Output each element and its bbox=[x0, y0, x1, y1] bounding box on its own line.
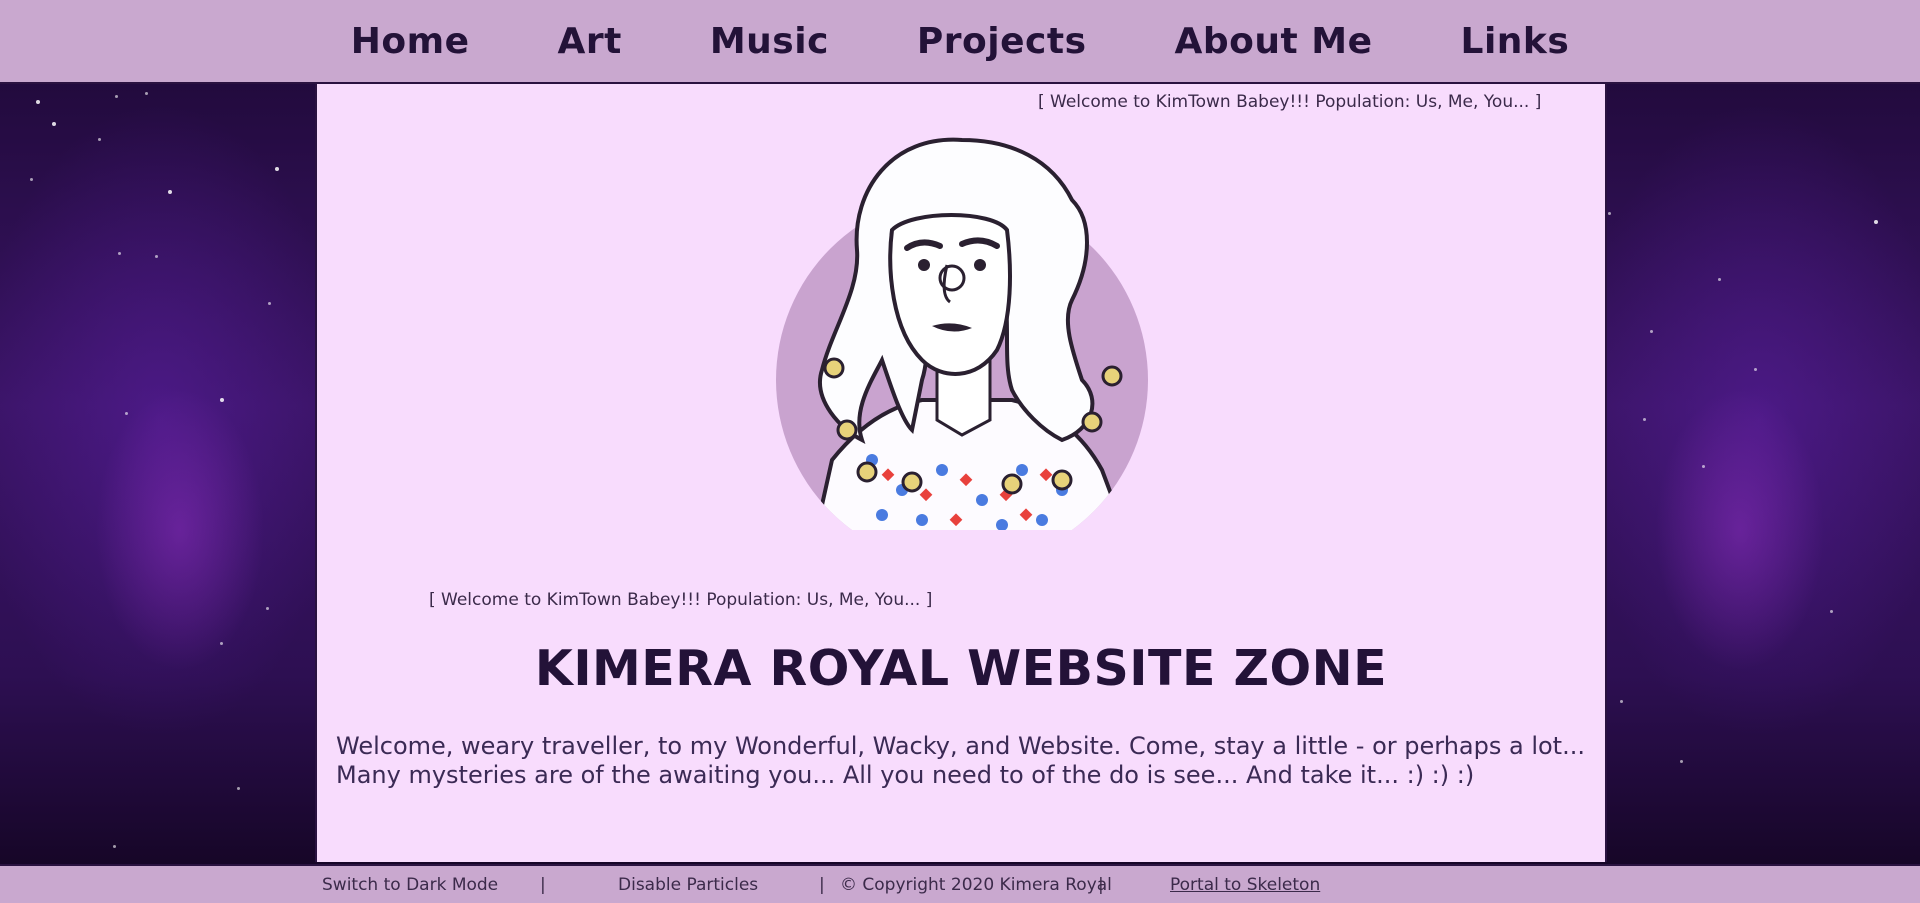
portal-to-skeleton-link[interactable]: Portal to Skeleton bbox=[1170, 875, 1320, 895]
page-title: KIMERA ROYAL WEBSITE ZONE bbox=[534, 640, 1388, 697]
star bbox=[30, 178, 33, 181]
copyright-text: © Copyright 2020 Kimera Royal bbox=[840, 875, 1112, 895]
star bbox=[36, 100, 40, 104]
star bbox=[1620, 700, 1623, 703]
star bbox=[1754, 368, 1757, 371]
star bbox=[1702, 465, 1705, 468]
main-panel: [ Welcome to KimTown Babey!!! Population… bbox=[315, 84, 1607, 862]
star bbox=[1650, 330, 1653, 333]
star bbox=[145, 92, 148, 95]
star bbox=[155, 255, 158, 258]
intro-paragraph: Welcome, weary traveller, to my Wonderfu… bbox=[336, 732, 1585, 789]
star bbox=[1874, 220, 1878, 224]
star bbox=[52, 122, 56, 126]
star bbox=[237, 787, 240, 790]
star bbox=[275, 167, 279, 171]
nav-about-me[interactable]: About Me bbox=[1175, 21, 1373, 62]
marquee-tagline: [ Welcome to KimTown Babey!!! Population… bbox=[1038, 92, 1542, 112]
star bbox=[98, 138, 101, 141]
footer-separator: | bbox=[540, 875, 546, 895]
star bbox=[268, 302, 271, 305]
star bbox=[1608, 212, 1611, 215]
nav-projects[interactable]: Projects bbox=[917, 21, 1087, 62]
star bbox=[1643, 418, 1646, 421]
footer-separator: | bbox=[1098, 875, 1104, 895]
nav-links[interactable]: Links bbox=[1461, 21, 1570, 62]
star bbox=[168, 190, 172, 194]
nav-art[interactable]: Art bbox=[558, 21, 622, 62]
footer-bar: Switch to Dark Mode | Disable Particles … bbox=[0, 864, 1920, 903]
star bbox=[220, 398, 224, 402]
star bbox=[125, 412, 128, 415]
nav-home[interactable]: Home bbox=[351, 21, 470, 62]
footer-separator: | bbox=[819, 875, 825, 895]
star bbox=[220, 642, 223, 645]
avatar-portrait bbox=[776, 137, 1148, 530]
top-nav: Home Art Music Projects About Me Links bbox=[0, 0, 1920, 84]
welcome-tagline: [ Welcome to KimTown Babey!!! Population… bbox=[429, 590, 933, 610]
disable-particles-toggle[interactable]: Disable Particles bbox=[618, 875, 758, 895]
star bbox=[115, 95, 118, 98]
dark-mode-toggle[interactable]: Switch to Dark Mode bbox=[322, 875, 498, 895]
star bbox=[1718, 278, 1721, 281]
star bbox=[118, 252, 121, 255]
nav-music[interactable]: Music bbox=[710, 21, 829, 62]
star bbox=[1830, 610, 1833, 613]
star bbox=[113, 845, 116, 848]
star bbox=[1680, 760, 1683, 763]
star bbox=[266, 607, 269, 610]
